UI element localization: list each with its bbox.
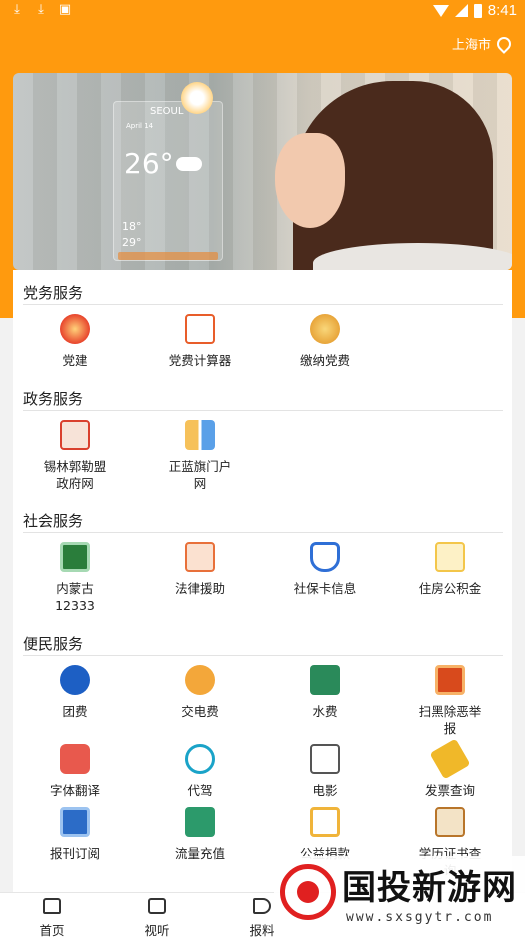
weather-widget: SEOUL April 14 26° 18° 29° bbox=[113, 101, 223, 261]
section-title-social: 社会服务 bbox=[23, 512, 84, 530]
tv-icon bbox=[148, 898, 166, 914]
service-league-fee[interactable]: 团费 bbox=[15, 665, 135, 720]
weather-forecast-strip bbox=[118, 252, 218, 260]
service-anti-crime-report[interactable]: 扫黑除恶举 报 bbox=[390, 665, 510, 737]
section-title-convenience: 便民服务 bbox=[23, 635, 84, 653]
nav-audiovisual[interactable]: 视听 bbox=[122, 893, 192, 939]
league-emblem-icon bbox=[60, 665, 90, 695]
watermark-text: 国投新游网 bbox=[342, 868, 517, 908]
weather-low: 18° bbox=[122, 220, 142, 233]
status-bar: ⤓ ⤓ ▣ 8:41 bbox=[0, 0, 525, 24]
translate-icon bbox=[60, 744, 90, 774]
service-social-card[interactable]: 社保卡信息 bbox=[265, 542, 385, 597]
house-fund-icon bbox=[435, 542, 465, 572]
service-invoice-query[interactable]: 发票查询 bbox=[390, 738, 510, 799]
divider bbox=[23, 655, 503, 656]
banner-image[interactable]: SEOUL April 14 26° 18° 29° bbox=[13, 73, 512, 270]
party-emblem-icon bbox=[60, 314, 90, 344]
home-icon bbox=[43, 898, 61, 914]
speaker-icon bbox=[253, 898, 271, 914]
wifi-icon bbox=[432, 4, 449, 17]
image-icon: ▣ bbox=[58, 2, 72, 17]
status-left-icons: ⤓ ⤓ ▣ bbox=[10, 3, 72, 17]
buildings-icon bbox=[185, 420, 215, 450]
sun-glow bbox=[181, 82, 213, 114]
nav-home[interactable]: 首页 bbox=[17, 893, 87, 939]
city-selector[interactable]: 上海市 bbox=[451, 33, 514, 54]
service-movie[interactable]: 电影 bbox=[265, 744, 385, 799]
weather-high: 29° bbox=[122, 236, 142, 249]
water-tap-icon bbox=[310, 665, 340, 695]
service-party-fee-calculator[interactable]: 党费计算器 bbox=[140, 314, 260, 369]
weather-temperature: 26° bbox=[124, 147, 174, 180]
ticket-icon bbox=[429, 738, 471, 780]
service-party-building[interactable]: 党建 bbox=[15, 314, 135, 369]
battery-icon bbox=[473, 3, 482, 18]
service-water-bill[interactable]: 水费 bbox=[265, 665, 385, 720]
weather-date: April 14 bbox=[126, 122, 154, 130]
calculator-icon bbox=[185, 314, 215, 344]
watermark-logo bbox=[280, 864, 336, 920]
service-electricity-bill[interactable]: 交电费 bbox=[140, 665, 260, 720]
status-time: 8:41 bbox=[487, 2, 517, 19]
services-panel: 党务服务 党建 党费计算器 缴纳党费 政务服务 锡林郭勒盟 政府网 正蓝旗门户 … bbox=[13, 270, 512, 892]
service-charity-donation[interactable]: 公益捐款 bbox=[265, 807, 385, 862]
service-newspaper-subscription[interactable]: 报刊订阅 bbox=[15, 807, 135, 862]
driver-icon bbox=[185, 744, 215, 774]
cloud-icon bbox=[176, 157, 202, 171]
divider bbox=[23, 304, 503, 305]
city-label: 上海市 bbox=[451, 38, 491, 53]
film-icon bbox=[310, 744, 340, 774]
location-pin-icon bbox=[494, 33, 514, 54]
watermark-url: www.sxsgytr.com bbox=[346, 910, 494, 925]
shield-card-icon bbox=[310, 542, 340, 572]
social-security-icon bbox=[60, 542, 90, 572]
service-housing-fund[interactable]: 住房公积金 bbox=[390, 542, 510, 597]
section-title-government: 政务服务 bbox=[23, 390, 84, 408]
section-title-party: 党务服务 bbox=[23, 284, 84, 302]
divider bbox=[23, 410, 503, 411]
bulb-icon bbox=[185, 665, 215, 695]
data-topup-icon bbox=[185, 807, 215, 837]
certificate-icon bbox=[435, 807, 465, 837]
service-nmg-12333[interactable]: 内蒙古 12333 bbox=[15, 542, 135, 614]
download-icon: ⤓ bbox=[14, 2, 20, 17]
gov-emblem-icon bbox=[60, 420, 90, 450]
watermark: 国投新游网 www.sxsgytr.com bbox=[274, 856, 525, 941]
service-zhenglan-portal[interactable]: 正蓝旗门户 网 bbox=[140, 420, 260, 492]
gavel-icon bbox=[185, 542, 215, 572]
newspaper-icon bbox=[60, 807, 90, 837]
download-icon: ⤓ bbox=[38, 2, 44, 17]
service-xilingol-gov[interactable]: 锡林郭勒盟 政府网 bbox=[15, 420, 135, 492]
party-fee-icon bbox=[310, 314, 340, 344]
service-designated-driver[interactable]: 代驾 bbox=[140, 744, 260, 799]
weather-city: SEOUL bbox=[150, 106, 184, 117]
donation-heart-icon bbox=[310, 807, 340, 837]
signal-icon bbox=[454, 4, 468, 17]
banner-person-face bbox=[275, 133, 345, 228]
service-font-translate[interactable]: 字体翻译 bbox=[15, 744, 135, 799]
service-data-topup[interactable]: 流量充值 bbox=[140, 807, 260, 862]
service-legal-aid[interactable]: 法律援助 bbox=[140, 542, 260, 597]
fist-icon bbox=[435, 665, 465, 695]
divider bbox=[23, 532, 503, 533]
service-pay-party-fee[interactable]: 缴纳党费 bbox=[265, 314, 385, 369]
status-right: 8:41 bbox=[432, 2, 517, 19]
